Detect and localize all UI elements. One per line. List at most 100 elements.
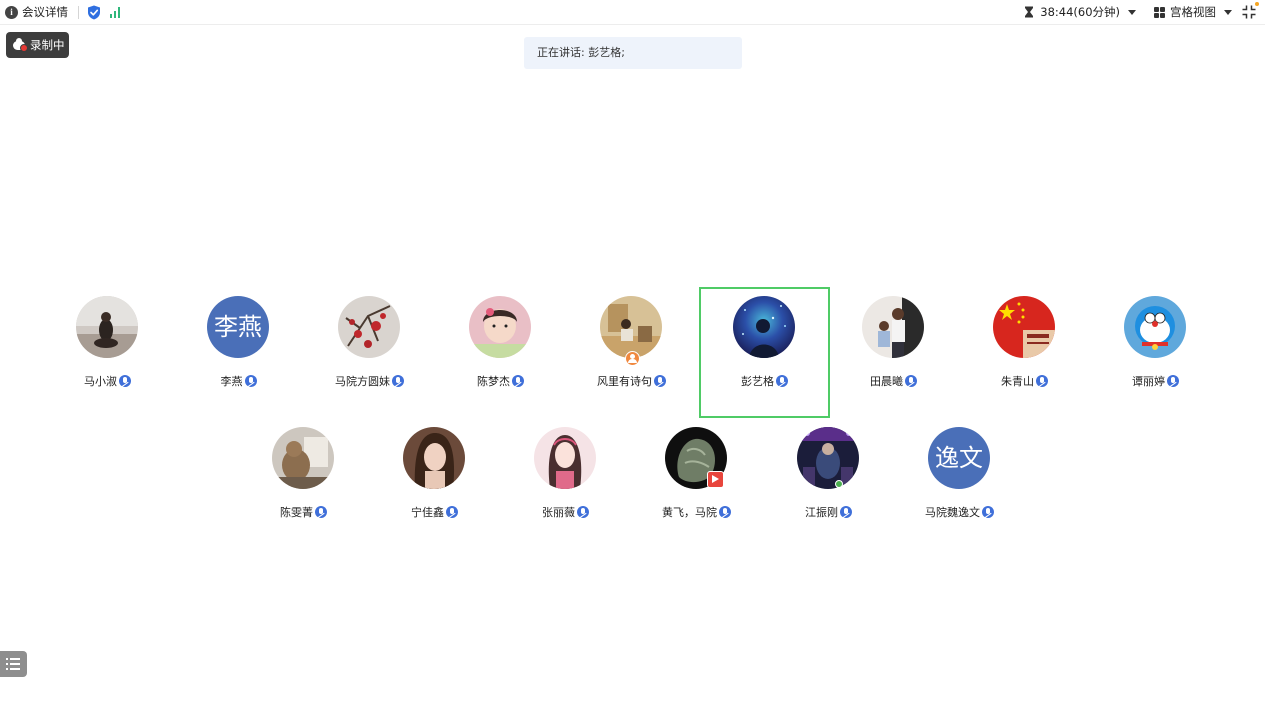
participant-name-row: 黄飞，马院 — [631, 504, 762, 520]
participant-name: 宁佳鑫 — [411, 506, 444, 519]
exit-fullscreen-icon — [1242, 5, 1256, 19]
avatar — [797, 427, 859, 489]
participant-tile[interactable]: 李燕 李燕 — [173, 287, 304, 418]
microphone-icon[interactable] — [119, 375, 131, 387]
microphone-icon[interactable] — [392, 375, 404, 387]
participant-tile[interactable]: 陈梦杰 — [435, 287, 566, 418]
participant-tile[interactable]: 江振刚 — [763, 418, 894, 549]
participant-name: 马院方圆妹 — [335, 375, 390, 388]
host-icon — [625, 351, 640, 366]
microphone-icon[interactable] — [719, 506, 731, 518]
chevron-down-icon — [1128, 9, 1136, 15]
status-dot — [835, 480, 843, 488]
exit-fullscreen-button[interactable] — [1242, 2, 1259, 19]
signal-strength-icon[interactable] — [110, 6, 120, 18]
shield-icon[interactable] — [87, 5, 101, 20]
avatar — [1124, 296, 1186, 358]
participant-name-row: 马院方圆妹 — [304, 373, 435, 389]
participant-name-row: 陈雯菁 — [238, 504, 369, 520]
microphone-icon[interactable] — [840, 506, 852, 518]
participant-name-row: 田晨曦 — [828, 373, 959, 389]
view-mode-label: 宫格视图 — [1170, 5, 1216, 19]
participant-tile[interactable]: 马小淑 — [42, 287, 173, 418]
participant-list-button[interactable] — [0, 651, 27, 677]
participant-name-row: 彭艺格 — [699, 373, 830, 389]
participant-name: 田晨曦 — [870, 375, 903, 388]
recording-badge[interactable]: 录制中 — [6, 32, 69, 58]
participant-name: 马小淑 — [84, 375, 117, 388]
timer-text: 38:44(60分钟) — [1040, 5, 1120, 19]
hourglass-icon — [1025, 6, 1034, 18]
participant-tile[interactable]: 黄飞，马院 — [631, 418, 762, 549]
microphone-icon[interactable] — [905, 375, 917, 387]
avatar — [76, 296, 138, 358]
avatar — [403, 427, 465, 489]
screen-share-icon — [707, 471, 724, 488]
participant-tile-active-speaker[interactable]: 彭艺格 — [699, 287, 830, 418]
participant-name-row: 张丽薇 — [500, 504, 631, 520]
avatar — [534, 427, 596, 489]
participant-name-row: 陈梦杰 — [435, 373, 566, 389]
info-icon[interactable]: i — [5, 5, 18, 19]
participant-tile[interactable]: 陈雯菁 — [238, 418, 369, 549]
top-bar-left: i 会议详情 — [5, 3, 120, 21]
meeting-info-button[interactable]: 会议详情 — [22, 4, 68, 20]
recording-label: 录制中 — [30, 38, 65, 52]
participant-tile[interactable]: 马院方圆妹 — [304, 287, 435, 418]
cloud-record-icon — [13, 37, 28, 52]
meeting-timer[interactable]: 38:44(60分钟) — [1024, 4, 1136, 20]
microphone-icon[interactable] — [446, 506, 458, 518]
chevron-down-icon — [1224, 9, 1232, 15]
participant-tile[interactable]: 风里有诗句 — [566, 287, 697, 418]
microphone-icon[interactable] — [244, 375, 257, 387]
participant-name: 朱青山 — [1001, 375, 1034, 388]
avatar — [469, 296, 531, 358]
participant-name: 风里有诗句 — [597, 375, 652, 388]
avatar: 逸文 — [928, 427, 990, 489]
top-bar: i 会议详情 38:44(60分钟) 宫格视图 — [0, 0, 1265, 25]
participant-tile[interactable]: 田晨曦 — [828, 287, 959, 418]
participant-name-row: 江振刚 — [763, 504, 894, 520]
participant-name: 江振刚 — [805, 506, 838, 519]
avatar — [272, 427, 334, 489]
divider — [78, 5, 79, 19]
avatar — [600, 296, 662, 358]
notification-dot — [1255, 2, 1259, 6]
microphone-icon[interactable] — [1036, 375, 1048, 387]
microphone-icon[interactable] — [315, 506, 327, 518]
participant-name-row: 风里有诗句 — [566, 373, 697, 389]
avatar: 李燕 — [207, 296, 269, 358]
participant-name-row: 朱青山 — [959, 373, 1090, 389]
participant-name: 陈梦杰 — [477, 375, 510, 388]
participant-name-row: 李燕 — [173, 373, 304, 389]
microphone-icon[interactable] — [654, 375, 666, 387]
participant-tile[interactable]: 朱青山 — [959, 287, 1090, 418]
microphone-icon[interactable] — [1167, 375, 1179, 387]
microphone-icon[interactable] — [512, 375, 524, 387]
participant-name: 谭丽婷 — [1132, 375, 1165, 388]
participant-tile[interactable]: 宁佳鑫 — [369, 418, 500, 549]
avatar — [862, 296, 924, 358]
microphone-icon[interactable] — [982, 506, 994, 518]
participant-name-row: 谭丽婷 — [1090, 373, 1221, 389]
participant-name-row: 宁佳鑫 — [369, 504, 500, 520]
microphone-icon[interactable] — [577, 506, 589, 518]
grid-view-icon — [1154, 6, 1165, 18]
participant-name: 彭艺格 — [741, 375, 774, 388]
speaking-text: 正在讲话: 彭艺格; — [537, 46, 625, 59]
top-bar-right: 38:44(60分钟) 宫格视图 — [1024, 2, 1265, 21]
participant-tile[interactable]: 逸文 马院魏逸文 — [894, 418, 1025, 549]
participant-tile[interactable]: 谭丽婷 — [1090, 287, 1221, 418]
view-mode-selector[interactable]: 宫格视图 — [1154, 4, 1232, 20]
speaking-banner: 正在讲话: 彭艺格; — [524, 37, 742, 69]
avatar — [338, 296, 400, 358]
participant-name-row: 马小淑 — [42, 373, 173, 389]
avatar — [733, 296, 795, 358]
avatar — [993, 296, 1055, 358]
microphone-icon[interactable] — [776, 375, 788, 387]
participant-name: 陈雯菁 — [280, 506, 313, 519]
participant-name: 马院魏逸文 — [925, 506, 980, 519]
participant-tile[interactable]: 张丽薇 — [500, 418, 631, 549]
participant-name: 李燕 — [220, 375, 243, 388]
participant-name-row: 马院魏逸文 — [894, 504, 1025, 520]
